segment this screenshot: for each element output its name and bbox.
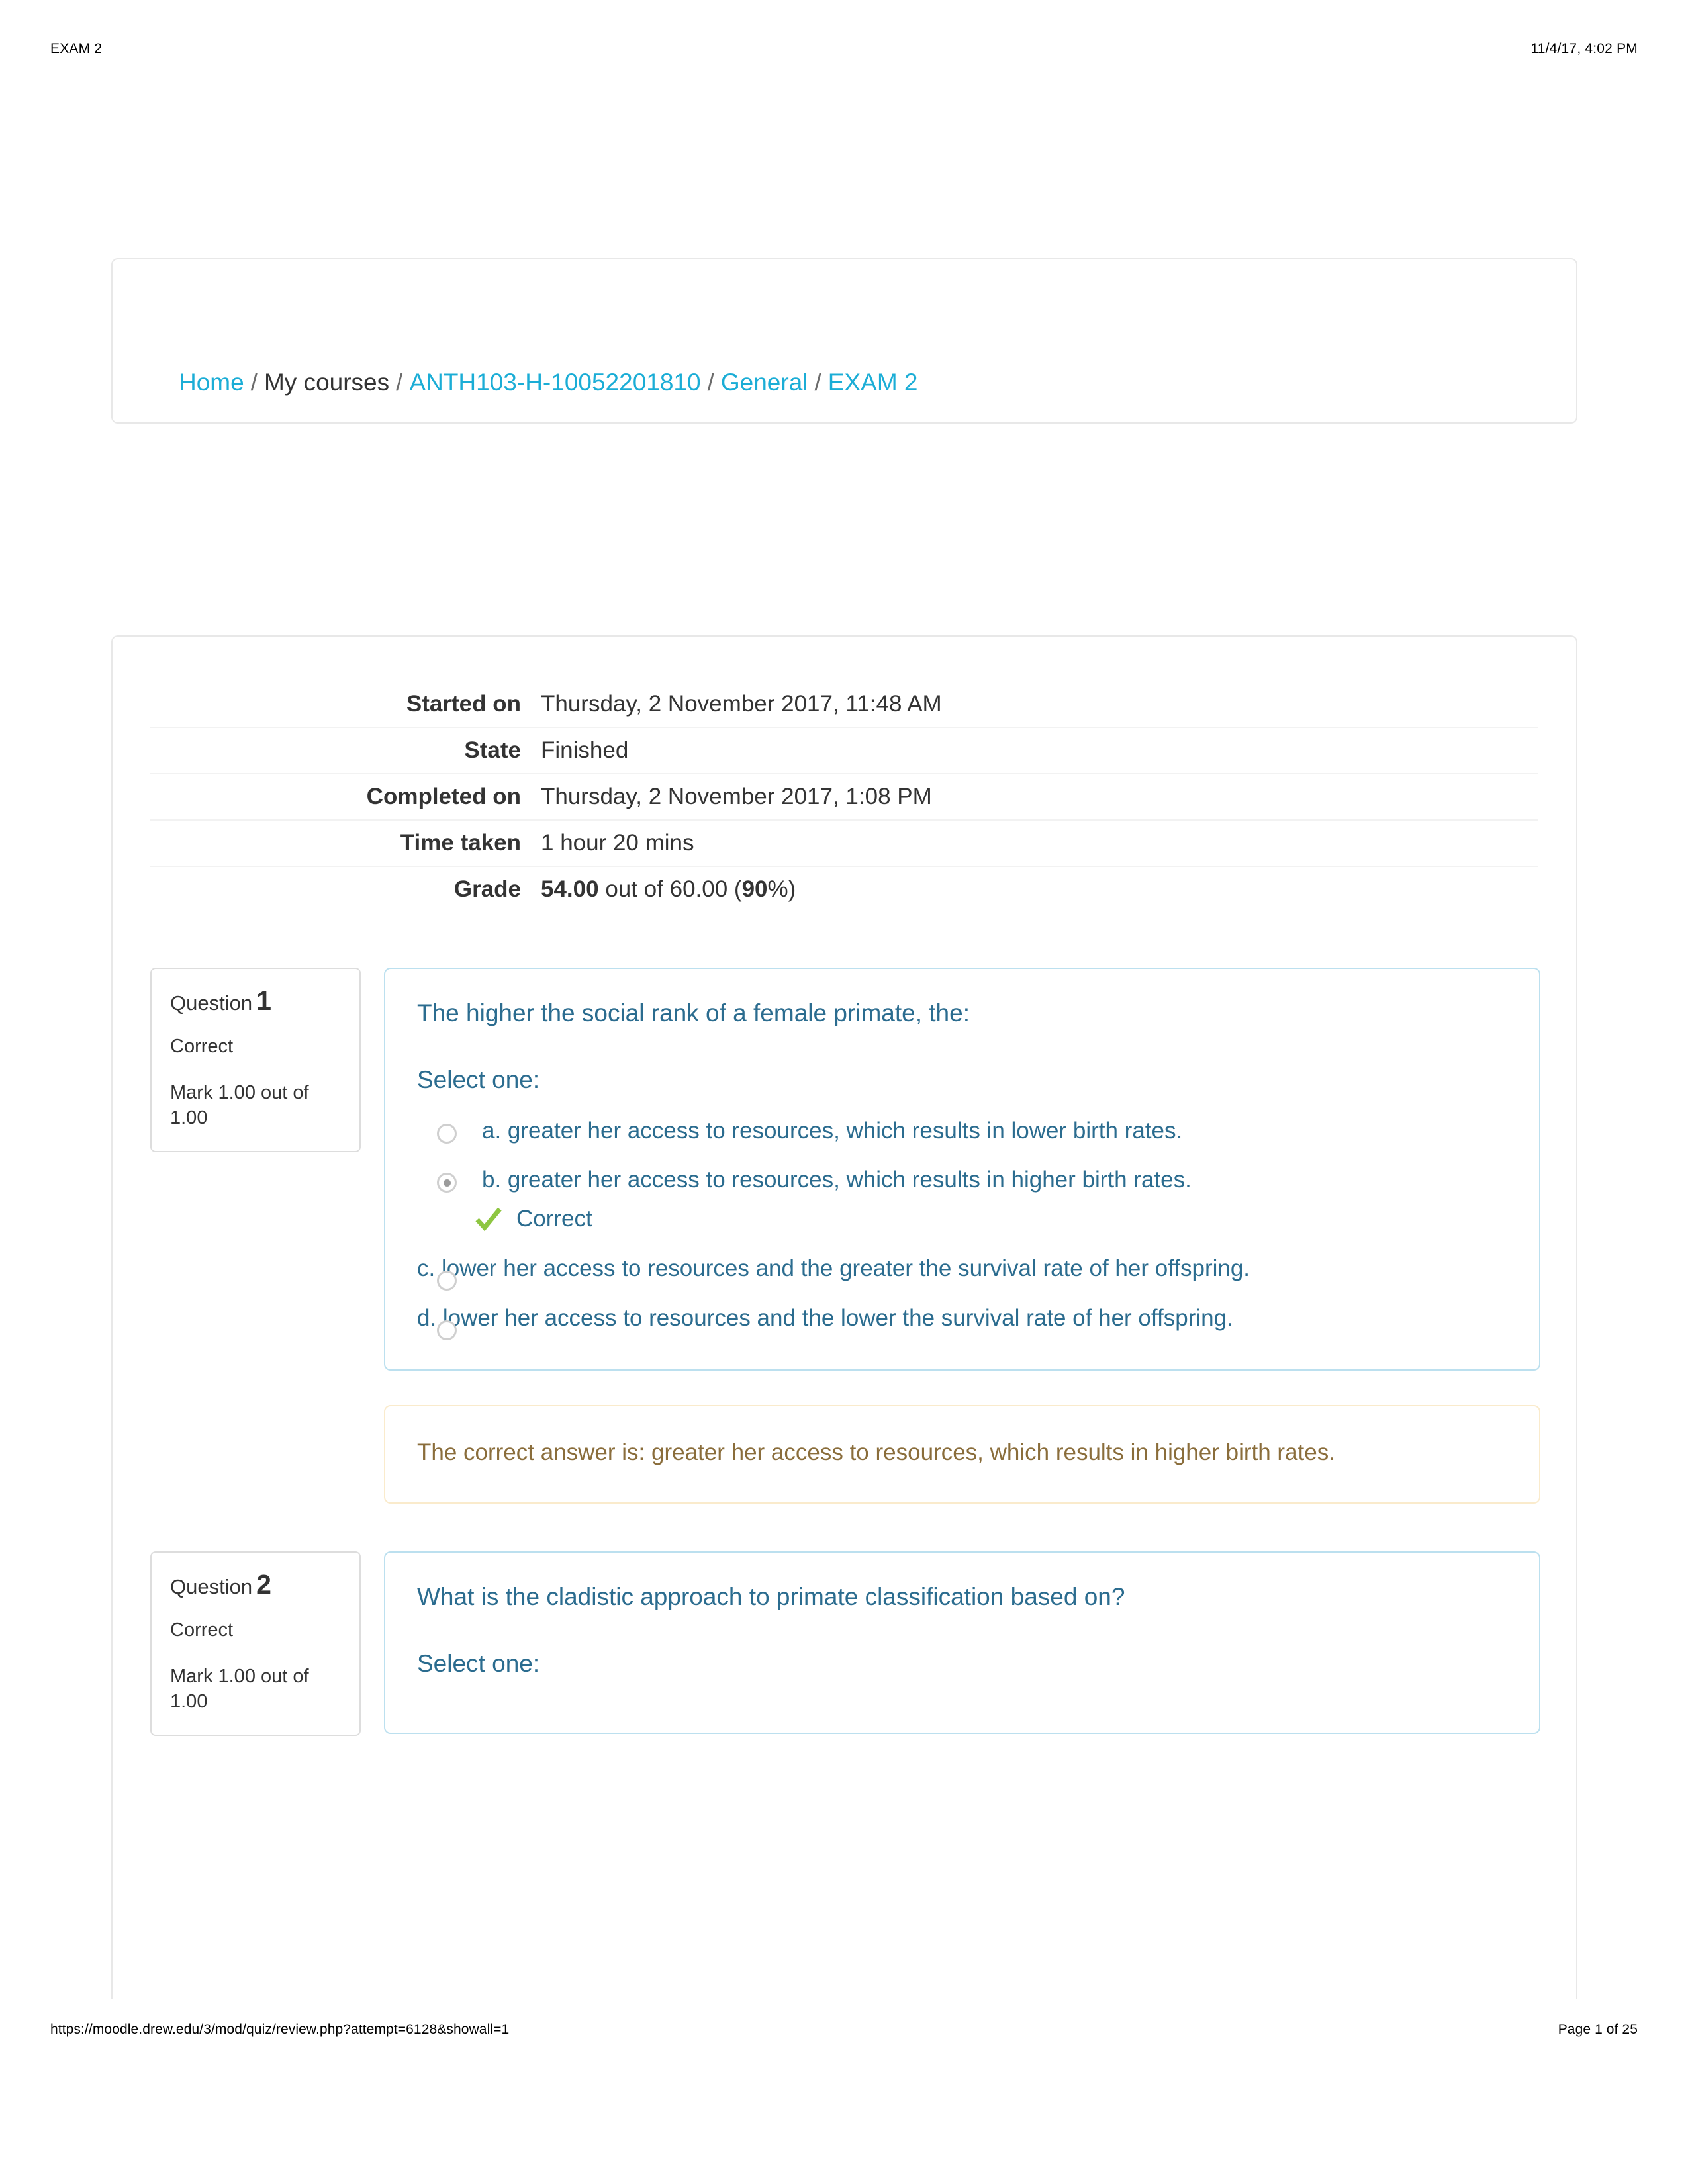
question-number: 1 [256, 985, 271, 1016]
print-header: EXAM 2 11/4/17, 4:02 PM [50, 41, 1638, 57]
attempt-summary-table: Started on Thursday, 2 November 2017, 11… [150, 682, 1538, 912]
select-one-label-2: Select one: [417, 1650, 540, 1678]
summary-value-started-on: Thursday, 2 November 2017, 11:48 AM [541, 691, 942, 717]
checkmark-icon [474, 1205, 503, 1234]
summary-value-completed-on: Thursday, 2 November 2017, 1:08 PM [541, 784, 932, 809]
breadcrumb-item-my-courses: My courses [263, 368, 390, 396]
print-footer-page-number: Page 1 of 25 [1558, 2022, 1638, 2037]
question-word: Question [170, 991, 253, 1015]
table-row: Grade 54.00 out of 60.00 (90%) [150, 866, 1538, 912]
table-row: State Finished [150, 727, 1538, 774]
breadcrumb-item-home[interactable]: Home [179, 369, 244, 396]
answer-feedback-b: Correct [474, 1203, 1192, 1236]
print-page: EXAM 2 11/4/17, 4:02 PM Home / My courses /… [0, 0, 1688, 2184]
question-main-2: What is the cladistic approach to primat… [384, 1551, 1540, 1734]
question-number-label-2: Question 2 [170, 1569, 341, 1600]
breadcrumb-item-exam[interactable]: EXAM 2 [828, 369, 918, 396]
summary-label-state: State [464, 737, 521, 763]
answer-text-b: b. greater her access to resources, whic… [482, 1167, 1192, 1193]
question-state-1: Correct [170, 1036, 234, 1058]
radio-button-d[interactable] [437, 1320, 457, 1340]
breadcrumb-card: Home / My courses / ANTH103-H-10052201810/Ge… [111, 258, 1577, 424]
question-content-box-1: The higher the social rank of a female p… [384, 968, 1540, 1371]
summary-value-time-taken: 1 hour 20 mins [541, 830, 694, 856]
summary-label-completed-on: Completed on [366, 784, 521, 809]
answer-label-d: d. lower her access to resources and the… [417, 1305, 1233, 1331]
answer-label-b: b. greater her access to resources, whic… [475, 1163, 1192, 1236]
summary-label-started-on: Started on [406, 691, 521, 717]
answer-label-c: c. lower her access to resources and the… [417, 1255, 1250, 1281]
answer-list-1: a. greater her access to resources, whic… [417, 1115, 1507, 1340]
answer-text-a: a. greater her access to resources, whic… [482, 1117, 1183, 1144]
breadcrumb-item-general[interactable]: General [721, 369, 808, 396]
breadcrumb-separator: / [707, 368, 714, 396]
question-info-box-1: Question 1 Correct Mark 1.00 out of 1.00 [150, 968, 361, 1152]
answer-option-b[interactable]: b. greater her access to resources, whic… [417, 1163, 1507, 1236]
radio-button-c[interactable] [437, 1270, 457, 1291]
breadcrumb-item-course[interactable]: ANTH103-H-10052201810 [409, 369, 700, 396]
breadcrumb-separator: / [814, 368, 821, 396]
table-row: Started on Thursday, 2 November 2017, 11… [150, 682, 1538, 727]
grade-mid-text: out of 60.00 ( [598, 876, 742, 902]
quiz-review-card: Started on Thursday, 2 November 2017, 11… [111, 635, 1577, 2091]
answer-text-d: d. lower her access to resources and the… [417, 1304, 1233, 1331]
question-mark-2: Mark 1.00 out of 1.00 [170, 1666, 309, 1713]
question-main-1: The higher the social rank of a female p… [384, 968, 1540, 1504]
question-number-label-1: Question 1 [170, 985, 341, 1016]
answer-option-d[interactable]: d. lower her access to resources and the… [417, 1302, 1507, 1340]
question-content-box-2: What is the cladistic approach to primat… [384, 1551, 1540, 1734]
grade-tail-text: %) [767, 876, 796, 902]
summary-label-time-taken: Time taken [400, 830, 521, 856]
print-header-timestamp: 11/4/17, 4:02 PM [1530, 41, 1638, 56]
question-block-1: Question 1 Correct Mark 1.00 out of 1.00 … [150, 968, 1540, 1504]
answer-option-c[interactable]: c. lower her access to resources and the… [417, 1252, 1507, 1291]
print-header-title: EXAM 2 [50, 41, 103, 56]
summary-value-grade: 54.00 out of 60.00 (90%) [538, 866, 1538, 912]
summary-label-grade: Grade [453, 876, 521, 902]
radio-button-a[interactable] [437, 1123, 457, 1144]
grade-percent: 90 [741, 876, 768, 902]
question-number: 2 [256, 1569, 271, 1600]
answer-label-a: a. greater her access to resources, whic… [482, 1115, 1182, 1148]
print-footer-url: https://moodle.drew.edu/3/mod/quiz/revie… [50, 2022, 510, 2037]
table-row: Completed on Thursday, 2 November 2017, … [150, 774, 1538, 820]
select-one-label-1: Select one: [417, 1066, 540, 1094]
print-footer: https://moodle.drew.edu/3/mod/quiz/revie… [50, 2022, 1638, 2038]
answer-option-a[interactable]: a. greater her access to resources, whic… [417, 1115, 1507, 1148]
question-text-2: What is the cladistic approach to primat… [417, 1583, 1125, 1610]
question-mark-1: Mark 1.00 out of 1.00 [170, 1082, 309, 1129]
breadcrumb-separator: / [250, 368, 258, 396]
summary-value-state: Finished [541, 737, 629, 763]
breadcrumb-separator: / [396, 368, 403, 396]
breadcrumb: Home / My courses / ANTH103-H-10052201810/Ge… [179, 368, 918, 397]
question-text-1: The higher the social rank of a female p… [417, 999, 970, 1026]
correct-answer-feedback-box-1: The correct answer is: greater her acces… [384, 1405, 1540, 1504]
table-row: Time taken 1 hour 20 mins [150, 820, 1538, 866]
question-info-box-2: Question 2 Correct Mark 1.00 out of 1.00 [150, 1551, 361, 1736]
question-state-2: Correct [170, 1619, 234, 1641]
answer-text-c: c. lower her access to resources and the… [417, 1255, 1250, 1281]
answer-feedback-text-b: Correct [516, 1206, 592, 1232]
question-block-2: Question 2 Correct Mark 1.00 out of 1.00 … [150, 1551, 1540, 1736]
correct-answer-feedback-text-1: The correct answer is: greater her acces… [417, 1439, 1335, 1466]
radio-button-b[interactable] [437, 1173, 457, 1193]
question-word: Question [170, 1575, 253, 1598]
grade-score: 54.00 [541, 876, 599, 902]
